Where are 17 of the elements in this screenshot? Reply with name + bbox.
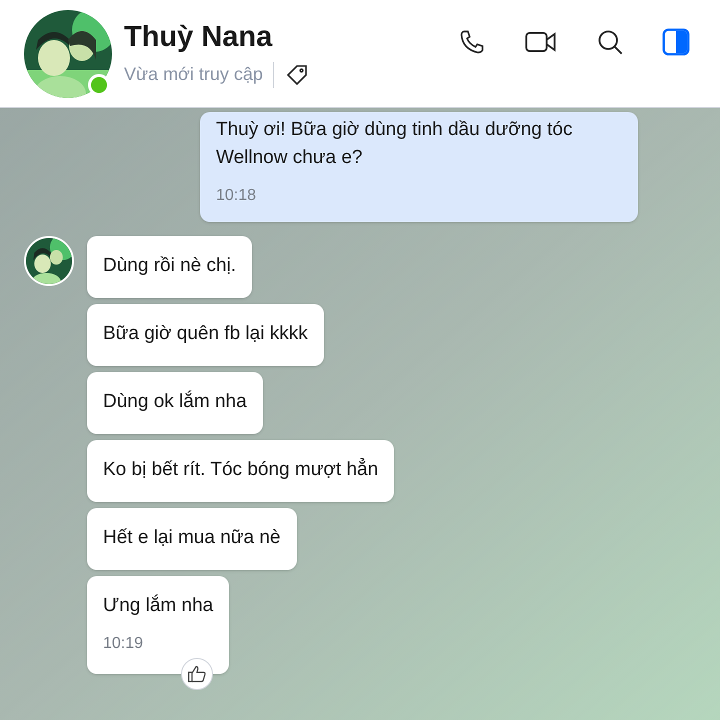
contact-name: Thuỳ Nana: [124, 20, 274, 55]
message-text: Ko bị bết rít. Tóc bóng mượt hẳn: [103, 457, 378, 482]
message-text: Thuỳ ơi! Bữa giờ dùng tinh dầu dưỡng tóc Wellnow chưa e?: [216, 118, 574, 170]
thumbs-up-icon: [187, 664, 208, 684]
message-text: Dùng rồi nè chị.: [103, 254, 236, 278]
tag-icon: [284, 62, 309, 87]
message-time: 10:18: [216, 186, 258, 206]
last-seen-status: Vừa mới truy cập: [124, 63, 263, 86]
like-button[interactable]: [181, 658, 214, 690]
message-time: 10:19: [103, 634, 144, 654]
call-button[interactable]: [458, 28, 486, 56]
message-text: Dùng ok lắm nha: [103, 390, 247, 414]
message-text: Bữa giờ quên fb lại kkkk: [103, 322, 308, 346]
message-text: Ưng lắm nha: [103, 594, 214, 618]
message-text: Hết e lại mua nữa nè: [103, 526, 280, 550]
sidebar-toggle-button[interactable]: [662, 28, 690, 56]
search-button[interactable]: [596, 28, 624, 56]
